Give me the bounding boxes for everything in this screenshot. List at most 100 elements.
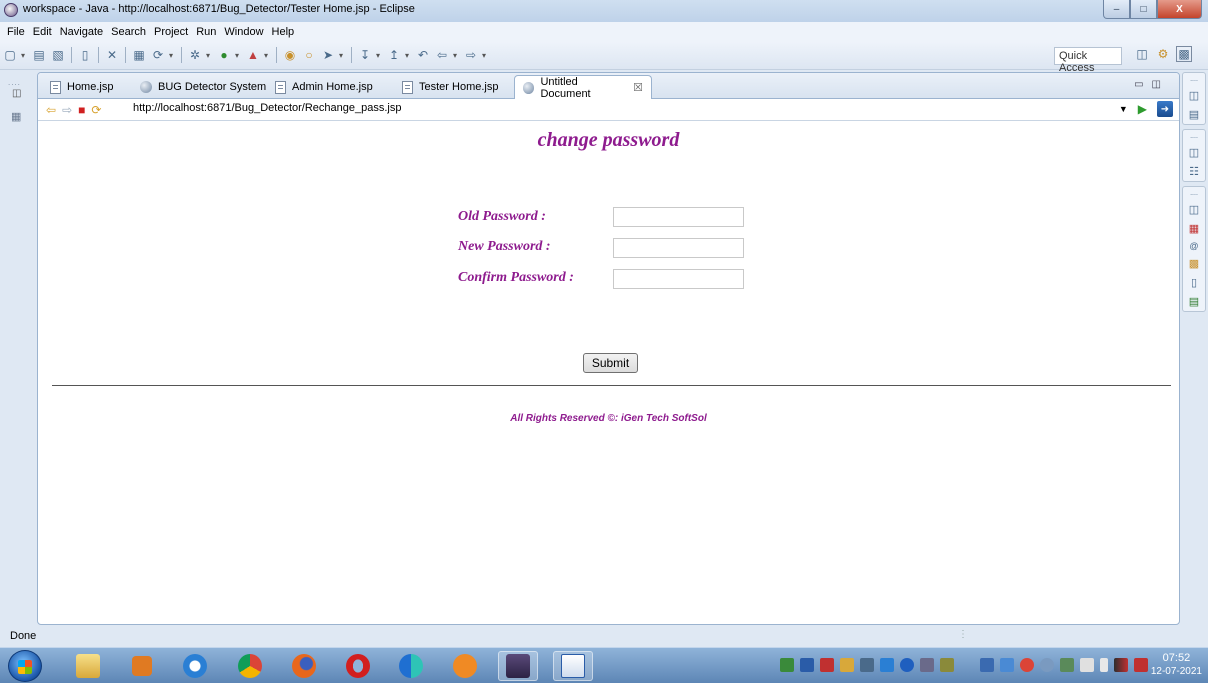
pin-icon[interactable]: ➤ <box>320 47 336 63</box>
bluetooth-icon[interactable] <box>900 658 914 672</box>
taskbar-media-player[interactable] <box>122 651 162 681</box>
maximize-button[interactable]: □ <box>1130 0 1157 19</box>
close-button[interactable]: X <box>1157 0 1202 19</box>
taskbar-clock[interactable]: 07:52 12-07-2021 <box>1151 651 1202 679</box>
menu-help[interactable]: Help <box>269 26 300 38</box>
confirm-password-input[interactable] <box>613 269 744 289</box>
tray-app-icon[interactable] <box>820 658 834 672</box>
new-package-icon[interactable]: ◉ <box>282 47 298 63</box>
quick-access-input[interactable]: Quick Access <box>1054 47 1122 74</box>
tray-app-icon[interactable] <box>1060 658 1074 672</box>
tray-app-icon[interactable] <box>800 658 814 672</box>
action-center-icon[interactable] <box>1134 658 1148 672</box>
tray-app-icon[interactable] <box>1040 658 1054 672</box>
new-icon[interactable]: ▢ <box>2 47 18 63</box>
new-dropdown-icon[interactable]: ▾ <box>21 51 28 60</box>
tray-app-icon[interactable] <box>860 658 874 672</box>
outline-icon[interactable]: ☷ <box>1189 165 1199 178</box>
go-icon[interactable]: ▶ <box>1138 102 1147 116</box>
taskbar-opera[interactable] <box>338 651 378 681</box>
restore-icon[interactable]: ◫ <box>1189 203 1199 216</box>
tray-app-icon[interactable] <box>980 658 994 672</box>
taskbar-word[interactable] <box>553 651 593 681</box>
tab-untitled-document[interactable]: Untitled Document ☒ <box>514 75 652 100</box>
menu-file[interactable]: File <box>4 26 30 38</box>
java-perspective-icon[interactable]: ▩ <box>1176 46 1192 62</box>
last-edit-icon[interactable]: ↶ <box>415 47 431 63</box>
declaration-icon[interactable]: ▩ <box>1189 257 1199 270</box>
back-icon[interactable]: ⇦ <box>434 47 450 63</box>
next-annotation-icon[interactable]: ↧ <box>357 47 373 63</box>
tab-tester-home-jsp[interactable]: Tester Home.jsp <box>394 76 506 98</box>
external-tools-icon[interactable]: ▲ <box>245 47 261 63</box>
package-explorer-icon[interactable]: ▦ <box>11 110 21 123</box>
stop-icon[interactable]: ■ <box>78 103 85 117</box>
forward-icon[interactable]: ⇨ <box>62 103 72 117</box>
java-ee-perspective-icon[interactable]: ⚙ <box>1155 46 1171 62</box>
tray-app-icon[interactable] <box>1000 658 1014 672</box>
network-icon[interactable] <box>1114 658 1128 672</box>
restore-icon[interactable]: ◫ <box>1189 146 1199 159</box>
submit-button[interactable]: Submit <box>583 353 638 373</box>
console-icon[interactable]: ▯ <box>1191 276 1197 289</box>
javadoc-icon[interactable]: @ <box>1189 241 1198 251</box>
trim-handle[interactable]: .... <box>1190 190 1198 197</box>
taskbar-explorer[interactable] <box>68 651 108 681</box>
save-icon[interactable]: ▤ <box>31 47 47 63</box>
tab-home-jsp[interactable]: Home.jsp <box>42 76 121 98</box>
debug-dropdown-icon[interactable]: ▾ <box>206 51 213 60</box>
menu-window[interactable]: Window <box>221 26 268 38</box>
tray-app-icon[interactable] <box>920 658 934 672</box>
editor-minmax-controls[interactable]: ▭◫ <box>1134 79 1169 90</box>
open-perspective-icon[interactable]: ◫ <box>1134 46 1150 62</box>
save-all-icon[interactable]: ▧ <box>50 47 66 63</box>
minimize-button[interactable]: – <box>1103 0 1130 19</box>
tray-app-icon[interactable] <box>1020 658 1034 672</box>
prev-annotation-icon[interactable]: ↥ <box>386 47 402 63</box>
tray-app-icon[interactable] <box>840 658 854 672</box>
tray-app-icon[interactable] <box>880 658 894 672</box>
external-tools-dropdown-icon[interactable]: ▾ <box>264 51 271 60</box>
trim-handle[interactable]: .... <box>1190 76 1198 83</box>
trim-handle[interactable]: .... <box>8 78 21 87</box>
tab-admin-home-jsp[interactable]: Admin Home.jsp <box>267 76 381 98</box>
url-dropdown-icon[interactable]: ▼ <box>1119 104 1128 114</box>
taskbar-firefox[interactable] <box>284 651 324 681</box>
server-icon[interactable]: ▦ <box>131 47 147 63</box>
taskbar-chrome[interactable] <box>230 651 270 681</box>
taskbar-eclipse[interactable] <box>498 651 538 681</box>
task-list-icon[interactable]: ▤ <box>1189 108 1199 121</box>
taskbar-edge[interactable] <box>391 651 431 681</box>
forward-icon[interactable]: ⇨ <box>463 47 479 63</box>
volume-icon[interactable] <box>1100 658 1108 672</box>
menu-search[interactable]: Search <box>108 26 151 38</box>
back-dropdown-icon[interactable]: ▾ <box>453 51 460 60</box>
menu-navigate[interactable]: Navigate <box>57 26 108 38</box>
run-dropdown-icon[interactable]: ▾ <box>235 51 242 60</box>
refresh-icon[interactable]: ⟳ <box>91 103 101 117</box>
back-icon[interactable]: ⇦ <box>46 103 56 117</box>
tray-app-icon[interactable] <box>780 658 794 672</box>
taskbar-internet-explorer[interactable] <box>175 651 215 681</box>
restore-icon[interactable]: ◫ <box>12 88 21 99</box>
new-password-input[interactable] <box>613 238 744 258</box>
next-annotation-dropdown-icon[interactable]: ▾ <box>376 51 383 60</box>
menu-run[interactable]: Run <box>193 26 221 38</box>
markers-icon[interactable]: ▦ <box>1189 222 1199 235</box>
run-icon[interactable]: ● <box>216 47 232 63</box>
debug-icon[interactable]: ✲ <box>187 47 203 63</box>
open-external-browser-icon[interactable]: ➜ <box>1157 101 1173 117</box>
old-password-input[interactable] <box>613 207 744 227</box>
start-button[interactable] <box>8 650 42 682</box>
skip-breakpoints-icon[interactable]: ✕ <box>104 47 120 63</box>
menu-edit[interactable]: Edit <box>30 26 57 38</box>
forward-dropdown-icon[interactable]: ▾ <box>482 51 489 60</box>
restore-icon[interactable]: ◫ <box>1189 89 1199 102</box>
open-type-icon[interactable]: ○ <box>301 47 317 63</box>
menu-project[interactable]: Project <box>151 26 193 38</box>
trim-handle[interactable]: .... <box>1190 133 1198 140</box>
tab-bug-detector-system[interactable]: BUG Detector System <box>132 76 274 98</box>
url-field[interactable]: http://localhost:6871/Bug_Detector/Recha… <box>130 102 1080 118</box>
close-tab-icon[interactable]: ☒ <box>633 81 643 94</box>
taskbar-app[interactable] <box>445 651 485 681</box>
